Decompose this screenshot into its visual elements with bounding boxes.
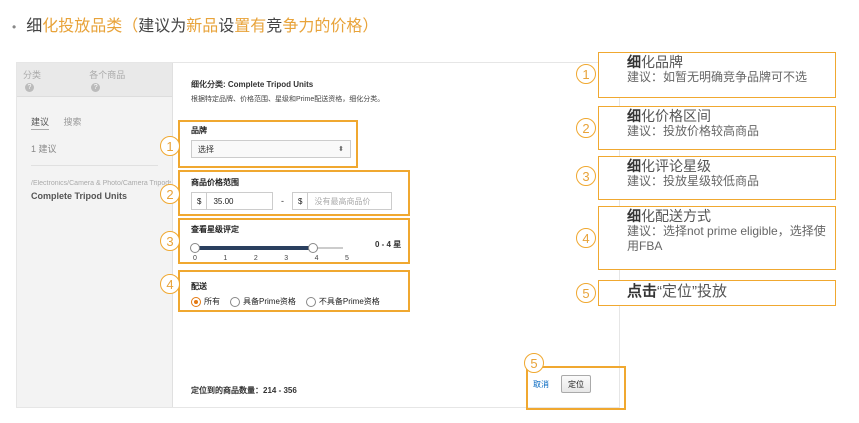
highlight-frame-star (178, 218, 410, 264)
highlight-frame-price (178, 170, 410, 216)
title-part: 细 (26, 18, 43, 35)
note-heading-a: 细 (627, 158, 641, 174)
note-marker-4: 4 (576, 228, 596, 248)
marker-2: 2 (160, 184, 180, 204)
title-part: 置有 (234, 18, 267, 35)
marker-3: 3 (160, 231, 180, 251)
highlight-frame-target (526, 366, 626, 410)
tab-category[interactable]: 分类? (23, 68, 75, 92)
note-marker-5: 5 (576, 283, 596, 303)
left-sidebar: 分类? 各个商品? 建议 搜索 1 建议 /Electronics/Camera… (17, 63, 173, 407)
bullet: • (12, 19, 17, 34)
note-suggestion: 建议：投放星级较低商品 (627, 174, 760, 188)
note-heading-b: 化配送方式 (641, 208, 711, 224)
note-2: 细化价格区间 建议：投放价格较高商品 (598, 106, 836, 150)
note-heading-a: 点击 (627, 283, 658, 300)
note-heading-b: 化评论星级 (641, 158, 711, 174)
help-icon[interactable]: ? (25, 82, 34, 92)
refine-heading: 细化分类: Complete Tripod Units (191, 80, 314, 89)
highlight-frame-shipping (178, 270, 410, 312)
note-4: 细化配送方式 建议：选择not prime eligible，选择使用FBA (598, 206, 836, 270)
category-name[interactable]: Complete Tripod Units (31, 191, 172, 201)
note-heading-b: “定位”投放 (657, 283, 728, 300)
note-1: 细化品牌 建议：如暂无明确竞争品牌可不选 (598, 52, 836, 98)
note-heading: 细化配送方式 (627, 208, 831, 224)
note-suggestion: 建议：投放价格较高商品 (627, 124, 760, 138)
note-heading-a: 细 (627, 54, 641, 70)
note-heading-a: 细 (627, 208, 641, 224)
note-heading: 细化品牌 (627, 54, 831, 70)
subtab-search[interactable]: 搜索 (64, 117, 82, 127)
tab-label: 分类 (23, 69, 42, 80)
title-part: 设 (218, 18, 235, 35)
title-part: 竞 (266, 18, 283, 35)
note-heading-b: 化品牌 (641, 54, 683, 70)
note-heading-b: 化价格区间 (641, 108, 711, 124)
refine-header: 细化分类: Complete Tripod Units 根据特定品牌、价格范围、… (191, 79, 384, 104)
title-part: 争力的价格） (282, 18, 379, 35)
suggest-count: 1 建议 (31, 142, 158, 166)
title-part: 建议为 (138, 18, 187, 35)
marker-5: 5 (524, 353, 544, 373)
tab-label: 各个商品 (89, 69, 126, 80)
title-part: 化投放品类（ (42, 18, 139, 35)
left-tabs: 分类? 各个商品? (17, 63, 172, 97)
marker-1: 1 (160, 136, 180, 156)
note-5: 点击“定位”投放 (598, 280, 836, 306)
category-path: /Electronics/Camera & Photo/Camera Tripo… (31, 180, 171, 187)
slide-title: • 细化投放品类（建议为新品设置有竞争力的价格） (12, 12, 378, 36)
note-marker-2: 2 (576, 118, 596, 138)
help-icon[interactable]: ? (91, 82, 101, 92)
note-marker-3: 3 (576, 166, 596, 186)
result-count: 定位到的商品数量：214 - 356 (191, 386, 297, 395)
note-heading: 细化价格区间 (627, 108, 831, 124)
note-heading-a: 细 (627, 108, 641, 124)
subtabs: 建议 搜索 (17, 97, 172, 130)
subtab-suggest[interactable]: 建议 (31, 117, 50, 130)
marker-4: 4 (160, 274, 180, 294)
note-suggestion: 建议：如暂无明确竞争品牌可不选 (627, 70, 808, 84)
title-part: 新品 (186, 18, 219, 35)
note-heading: 细化评论星级 (627, 158, 831, 174)
refine-description: 根据特定品牌、价格范围、星级和Prime配送资格，细化分类。 (191, 96, 385, 103)
note-3: 细化评论星级 建议：投放星级较低商品 (598, 156, 836, 200)
highlight-frame-brand (178, 120, 358, 168)
note-heading: 点击“定位”投放 (627, 282, 831, 302)
note-suggestion: 建议：选择not prime eligible，选择使用FBA (627, 224, 826, 253)
tab-products[interactable]: 各个商品? (89, 68, 158, 92)
note-marker-1: 1 (576, 64, 596, 84)
